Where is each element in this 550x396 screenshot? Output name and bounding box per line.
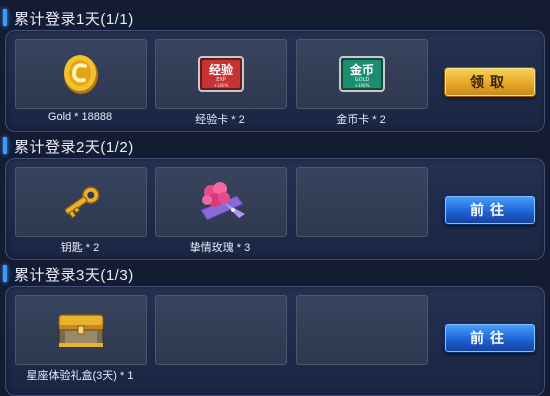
key-icon: [64, 186, 100, 219]
reward-slot[interactable]: [15, 167, 147, 237]
section-accent-bar: [3, 9, 7, 26]
claim-button[interactable]: 领取: [444, 67, 536, 97]
reward-slot[interactable]: 经验 EXP +100%: [155, 39, 287, 109]
exp-card-icon: 经验 EXP +100%: [198, 56, 244, 92]
empty-reward-slot: [296, 167, 428, 237]
reward-panel: Gold * 18888 经验 EXP +100% 经验卡 * 2 金币 GOL…: [5, 30, 545, 132]
exp-card-text: 经验: [209, 62, 234, 77]
goto-button[interactable]: 前往: [444, 195, 536, 225]
reward-label: 钥匙 * 2: [60, 242, 100, 254]
section-header: 累计登录2天(1/2): [0, 133, 550, 157]
section-accent-bar: [3, 265, 7, 282]
reward-slot[interactable]: [15, 39, 147, 109]
empty-reward-slot: [296, 295, 428, 365]
gold-card-pct: +100%: [355, 83, 370, 88]
section-title: 累计登录1天(1/1): [14, 11, 134, 28]
gold-coin-icon: [64, 55, 98, 94]
empty-reward-slot: [155, 295, 287, 365]
treasure-chest-icon: [58, 314, 104, 348]
gold-card-text: 金币: [349, 62, 374, 77]
section-header: 累计登录3天(1/3): [0, 261, 550, 285]
gold-card-icon: 金币 GOLD +100%: [339, 56, 385, 92]
goto-button[interactable]: 前往: [444, 323, 536, 353]
exp-card-pct: +100%: [214, 83, 229, 88]
reward-label: 经验卡 * 2: [195, 114, 245, 126]
rose-bouquet-icon: [200, 182, 245, 221]
section-title: 累计登录3天(1/3): [14, 267, 134, 284]
reward-label: 金币卡 * 2: [336, 114, 386, 126]
reward-slot[interactable]: [15, 295, 147, 365]
reward-panel: 钥匙 * 2 挚情玫瑰 * 3 前往: [5, 158, 545, 260]
reward-label: 挚情玫瑰 * 3: [189, 242, 251, 254]
reward-panel: 星座体验礼盒(3天) * 1 前往: [5, 286, 545, 396]
reward-slot[interactable]: 金币 GOLD +100%: [296, 39, 428, 109]
reward-slot[interactable]: [155, 167, 287, 237]
reward-label: 星座体验礼盒(3天) * 1: [26, 370, 134, 382]
reward-label: Gold * 18888: [47, 111, 113, 123]
section-header: 累计登录1天(1/1): [0, 5, 550, 29]
section-title: 累计登录2天(1/2): [14, 139, 134, 156]
section-accent-bar: [3, 137, 7, 154]
